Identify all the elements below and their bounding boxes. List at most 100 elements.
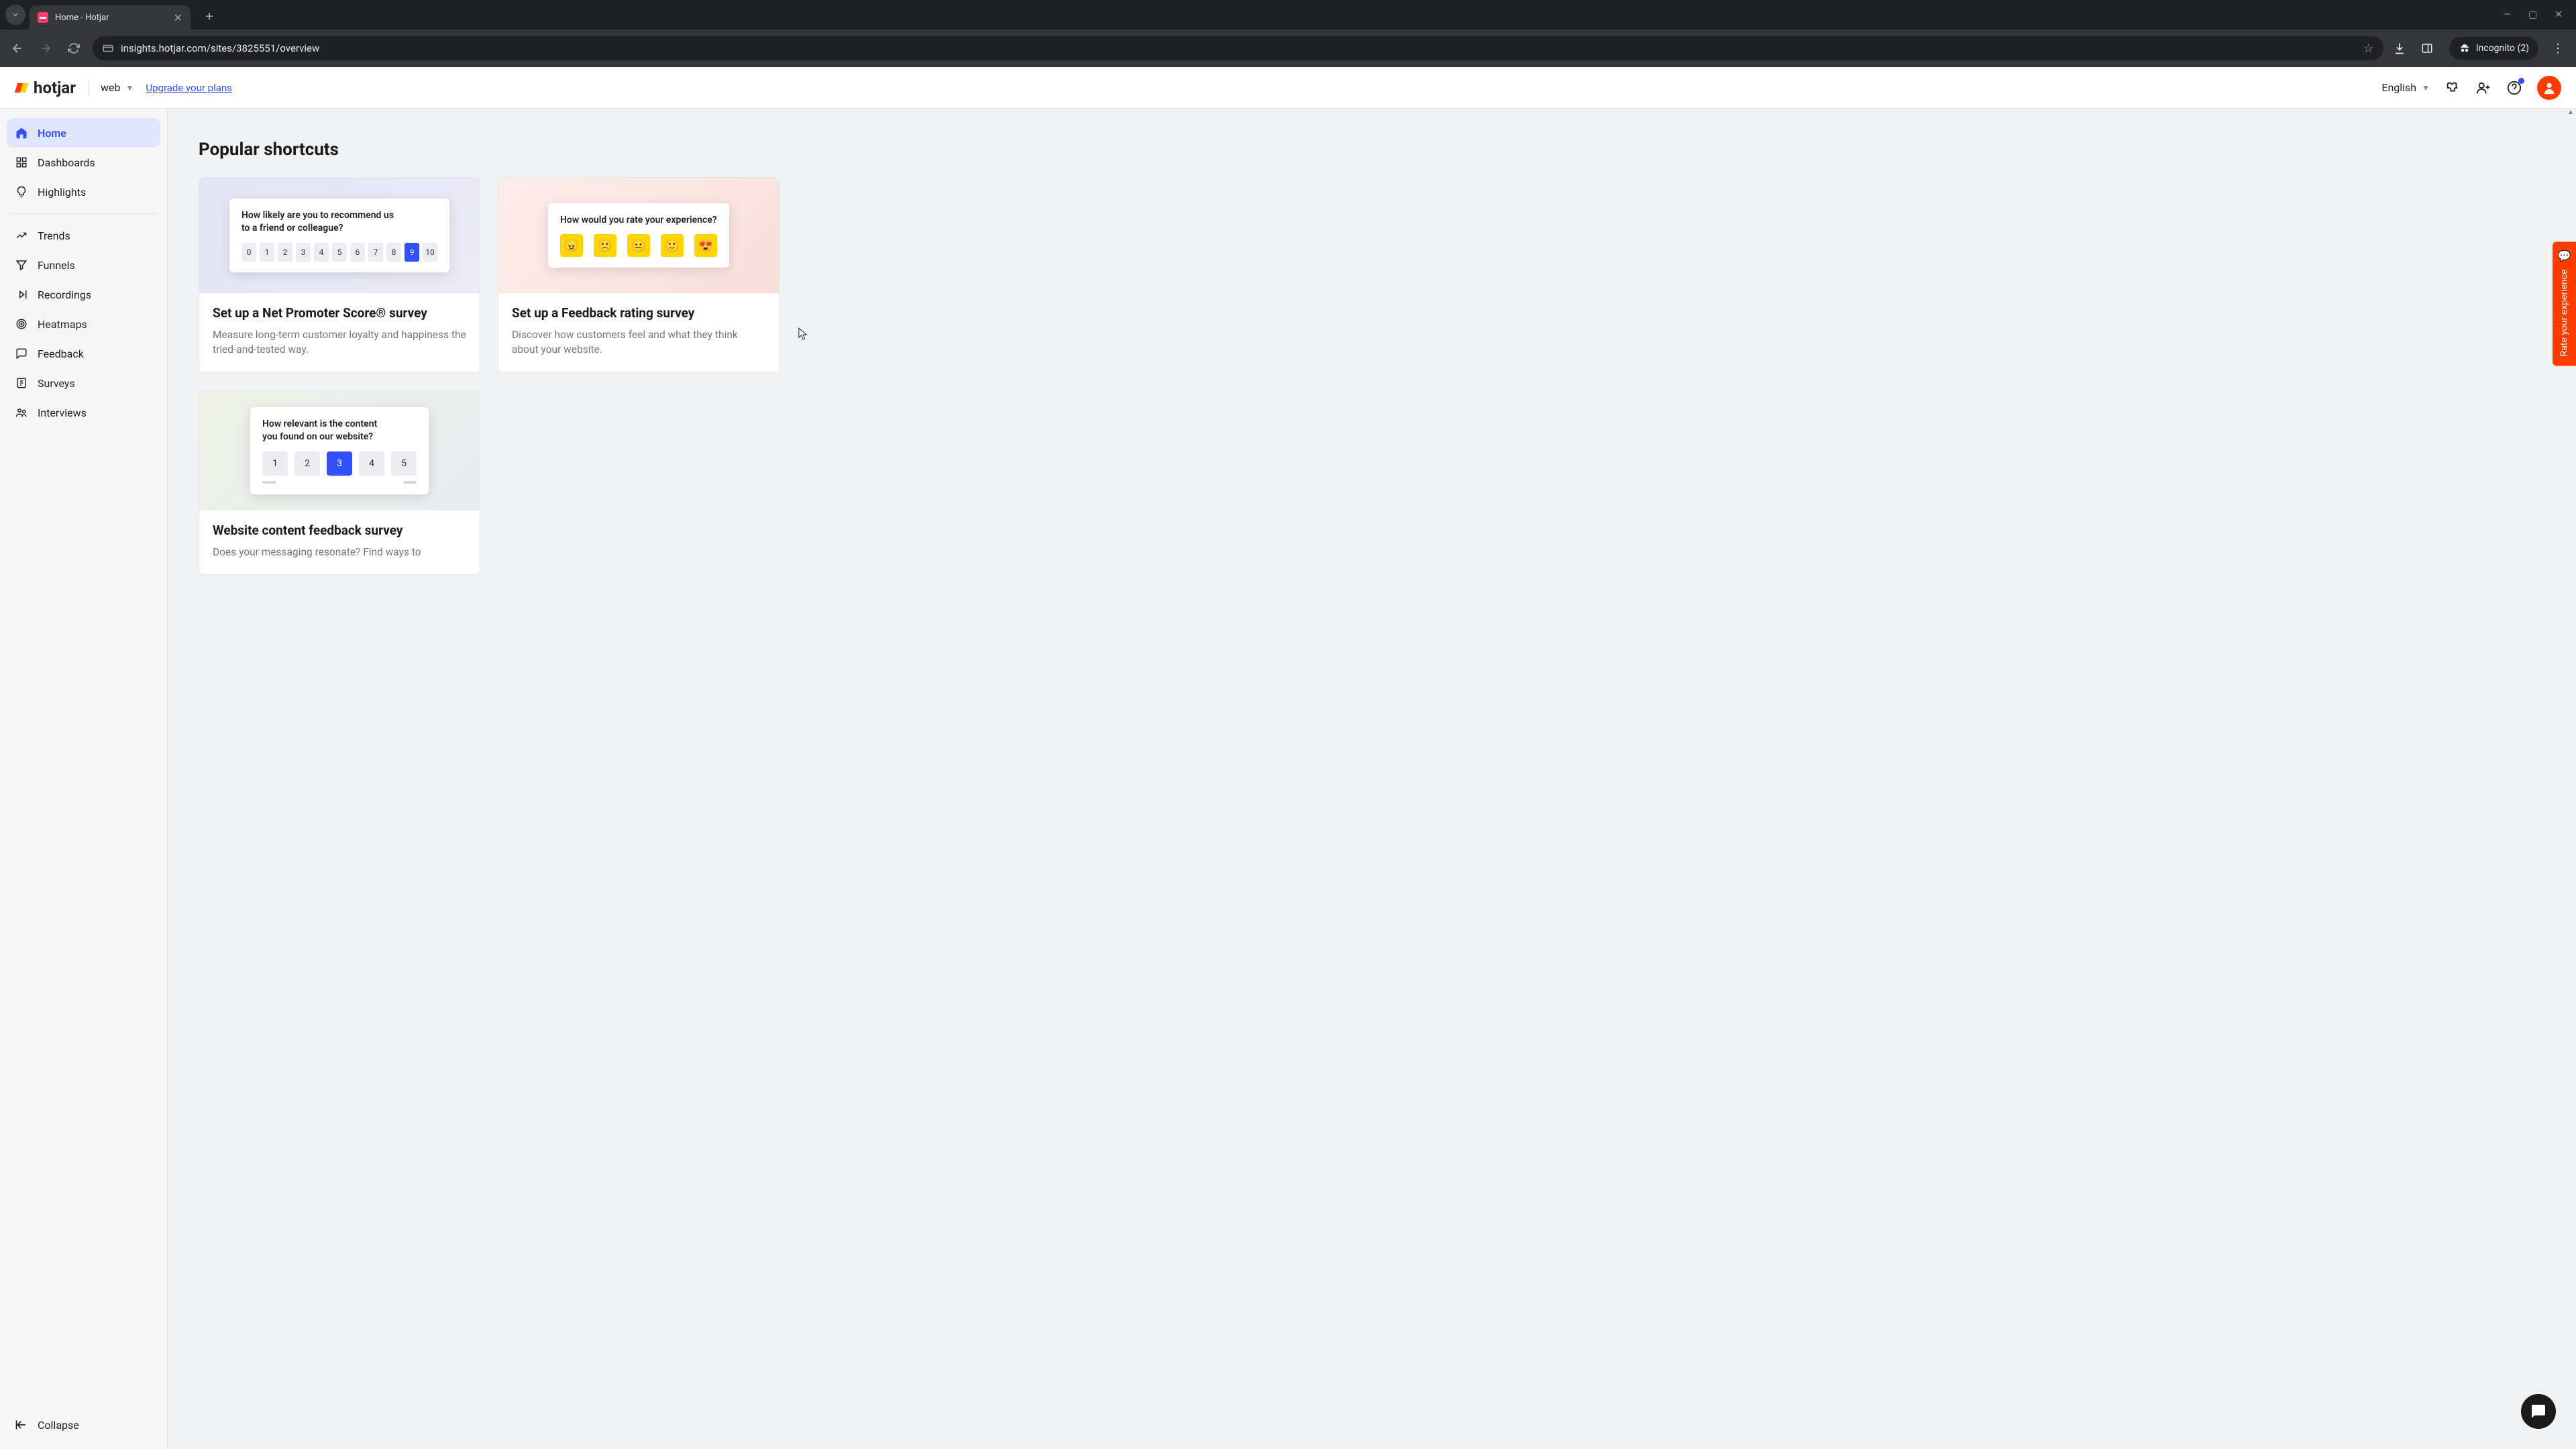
shortcut-card-feedback-rating[interactable]: How would you rate your experience? 😠 🙁 😐 🙂…: [498, 177, 780, 373]
notification-dot: [2518, 78, 2524, 84]
feedback-icon: [15, 347, 28, 360]
maximize-icon[interactable]: ▢: [2528, 9, 2537, 20]
sidebar-item-label: Interviews: [38, 407, 87, 419]
dashboards-icon: [15, 156, 28, 169]
preview-question: How relevant is the content you found on…: [262, 418, 390, 443]
upgrade-link[interactable]: Upgrade your plans: [146, 82, 232, 94]
site-selector[interactable]: web ▼: [101, 81, 133, 94]
nps-option: 8: [386, 243, 401, 262]
sidebar-item-label: Surveys: [38, 377, 75, 390]
sidebar-item-home[interactable]: Home: [7, 118, 160, 148]
nps-option: 5: [332, 243, 347, 262]
sidebar-item-label: Funnels: [38, 259, 75, 272]
shortcut-card-content-feedback[interactable]: How relevant is the content you found on…: [199, 390, 480, 575]
main-content: Popular shortcuts How likely are you to …: [168, 109, 2576, 1449]
card-desc: Discover how customers feel and what the…: [512, 327, 765, 358]
nps-option: 10: [423, 243, 437, 262]
sidebar-item-label: Dashboards: [38, 156, 95, 169]
card-title: Website content feedback survey: [213, 523, 466, 538]
interviews-icon: [15, 406, 28, 419]
close-window-icon[interactable]: ✕: [2555, 9, 2563, 20]
user-avatar[interactable]: [2537, 76, 2561, 100]
nps-option: 3: [296, 243, 311, 262]
language-selector[interactable]: English ▼: [2381, 81, 2430, 94]
tab-title: Home - Hotjar: [55, 13, 109, 23]
emoji-option: 😠: [560, 234, 583, 257]
address-bar[interactable]: ☆: [93, 36, 2383, 60]
sidebar-item-highlights[interactable]: Highlights: [7, 177, 160, 207]
sidebar-item-dashboards[interactable]: Dashboards: [7, 148, 160, 177]
chevron-down-icon: ▼: [2422, 83, 2430, 93]
surveys-icon: [15, 376, 28, 390]
nps-option: 7: [368, 243, 383, 262]
integrations-icon[interactable]: [2445, 80, 2461, 96]
emoji-option: 😍: [694, 234, 717, 257]
emoji-option: 😐: [627, 234, 650, 257]
browser-menu-icon[interactable]: ⋮: [2548, 42, 2568, 56]
chevron-down-icon: ▼: [126, 83, 134, 93]
divider: [9, 213, 158, 214]
highlights-icon: [15, 185, 28, 199]
collapse-sidebar[interactable]: Collapse: [7, 1410, 160, 1440]
sidebar-item-surveys[interactable]: Surveys: [7, 368, 160, 398]
heatmaps-icon: [15, 317, 28, 331]
emoji-option: 🙁: [594, 234, 616, 257]
site-info-icon[interactable]: [102, 42, 114, 54]
back-button[interactable]: [8, 39, 27, 58]
browser-tab[interactable]: Home - Hotjar ✕: [30, 5, 191, 30]
nps-option: 6: [350, 243, 365, 262]
search-tabs-button[interactable]: [5, 5, 25, 25]
sidebar-item-trends[interactable]: Trends: [7, 221, 160, 250]
card-preview: How would you rate your experience? 😠 🙁 😐 🙂…: [498, 178, 779, 293]
incognito-label: Incognito (2): [2476, 43, 2529, 54]
sidebar-item-interviews[interactable]: Interviews: [7, 398, 160, 427]
invite-user-icon[interactable]: [2475, 80, 2491, 96]
emoji-option: 🙂: [661, 234, 684, 257]
hotjar-logo[interactable]: hotjar: [15, 78, 76, 97]
close-tab-icon[interactable]: ✕: [174, 11, 182, 24]
sidebar-item-label: Feedback: [38, 347, 84, 360]
nps-option: 2: [278, 243, 292, 262]
divider: [88, 78, 89, 97]
sidebar-item-label: Trends: [38, 229, 70, 242]
recordings-icon: [15, 288, 28, 301]
browser-tabstrip: Home - Hotjar ✕ + — ▢ ✕: [0, 0, 2576, 30]
url-input[interactable]: [121, 42, 2357, 54]
rate-experience-tab[interactable]: Rate your experience 💬: [2553, 241, 2576, 366]
sidebar-item-recordings[interactable]: Recordings: [7, 280, 160, 309]
sidepanel-icon[interactable]: [2421, 42, 2440, 54]
preview-question: How likely are you to recommend us to a …: [241, 209, 402, 235]
card-preview: How relevant is the content you found on…: [199, 391, 480, 511]
collapse-label: Collapse: [38, 1419, 79, 1432]
new-tab-button[interactable]: +: [200, 8, 219, 24]
card-title: Set up a Net Promoter Score® survey: [213, 305, 466, 321]
help-icon[interactable]: [2506, 80, 2522, 96]
sidebar-item-label: Recordings: [38, 288, 91, 301]
sidebar-item-heatmaps[interactable]: Heatmaps: [7, 309, 160, 339]
downloads-icon[interactable]: [2393, 42, 2412, 55]
scale-option: 5: [391, 451, 417, 476]
scale-option: 4: [359, 451, 384, 476]
sidebar-item-funnels[interactable]: Funnels: [7, 250, 160, 280]
card-preview: How likely are you to recommend us to a …: [199, 178, 480, 293]
language-label: English: [2381, 81, 2416, 94]
incognito-chip[interactable]: Incognito (2): [2449, 37, 2538, 60]
sidebar: Home Dashboards Highlights Trends F: [0, 109, 168, 1449]
sidebar-item-feedback[interactable]: Feedback: [7, 339, 160, 368]
shortcut-card-nps[interactable]: How likely are you to recommend us to a …: [199, 177, 480, 373]
scale-option: 2: [294, 451, 320, 476]
chat-widget[interactable]: [2521, 1394, 2556, 1429]
funnels-icon: [15, 258, 28, 272]
bookmark-icon[interactable]: ☆: [2363, 42, 2374, 56]
forward-button[interactable]: [36, 39, 55, 58]
minimize-icon[interactable]: —: [2504, 9, 2511, 20]
nps-option: 1: [260, 243, 274, 262]
reload-button[interactable]: [64, 39, 83, 58]
site-name: web: [101, 81, 121, 94]
scroll-up-icon[interactable]: ▲: [2565, 109, 2576, 116]
nps-option: 4: [314, 243, 329, 262]
hotjar-logo-mark: [15, 80, 30, 95]
preview-question: How would you rate your experience?: [560, 214, 717, 227]
window-controls: — ▢ ✕: [2504, 9, 2571, 20]
scale-option: 3: [327, 451, 352, 476]
